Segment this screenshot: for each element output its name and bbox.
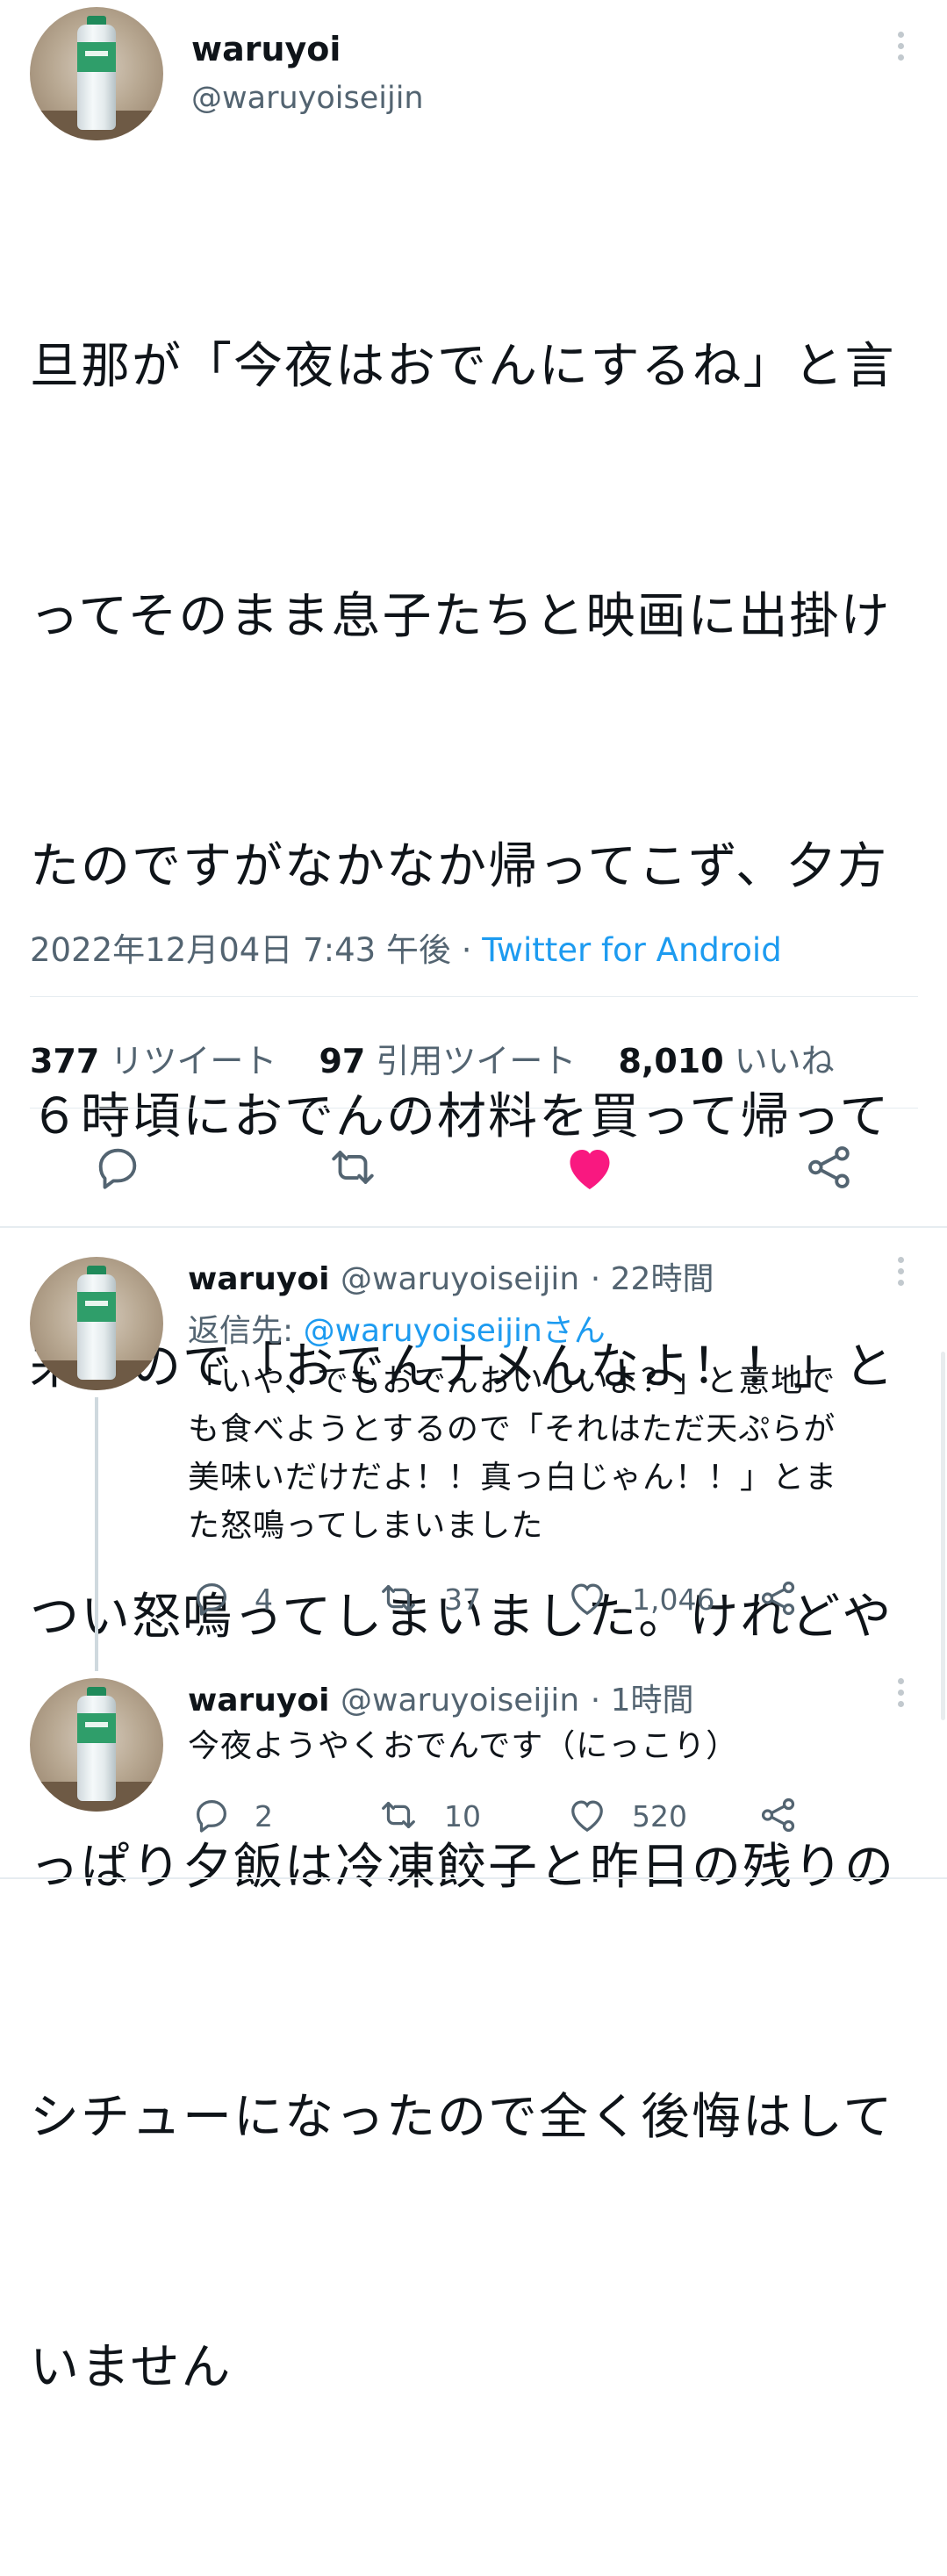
tweet-line: ６時頃におでんの材料を買って帰って bbox=[30, 1088, 891, 1145]
quotes-count[interactable]: 97 bbox=[319, 1042, 365, 1080]
author-name[interactable]: waruyoi bbox=[191, 30, 341, 68]
divider bbox=[30, 996, 918, 997]
like-count: 1,046 bbox=[632, 1582, 715, 1617]
author-handle[interactable]: @waruyoiseijin bbox=[341, 1261, 579, 1297]
reply-line: も食べようとするので「それはただ天ぷらが bbox=[188, 1411, 836, 1447]
author-handle[interactable]: @waruyoiseijin bbox=[341, 1683, 579, 1719]
retweet-count: 10 bbox=[444, 1799, 481, 1833]
divider bbox=[0, 1877, 947, 1879]
retweets-count[interactable]: 377 bbox=[30, 1042, 99, 1080]
heart-icon[interactable] bbox=[567, 1797, 607, 1833]
replying-to: 返信先: @waruyoiseijinさん bbox=[188, 1305, 606, 1351]
reply-line: た怒鳴ってしまいました bbox=[188, 1508, 544, 1544]
likes-label[interactable]: いいね bbox=[735, 1042, 835, 1080]
reply-count: 4 bbox=[255, 1582, 273, 1617]
source-link[interactable]: Twitter for Android bbox=[482, 931, 781, 969]
heart-icon[interactable] bbox=[567, 1580, 607, 1617]
likes-count[interactable]: 8,010 bbox=[618, 1042, 723, 1080]
tweet-line: たのですがなかなか帰ってこず、夕方 bbox=[30, 838, 889, 895]
reply-count: 2 bbox=[255, 1799, 273, 1833]
reply-line: 「いや、でもおでんおいしいよ？」と意地で bbox=[188, 1363, 836, 1399]
divider bbox=[30, 1108, 918, 1109]
reply-icon[interactable] bbox=[92, 1142, 143, 1193]
divider bbox=[0, 1226, 947, 1228]
avatar[interactable] bbox=[30, 1678, 163, 1812]
reply-icon[interactable] bbox=[191, 1578, 232, 1618]
quotes-label[interactable]: 引用ツイート bbox=[376, 1042, 576, 1080]
tweet-line: いません bbox=[30, 2339, 233, 2396]
retweet-count: 37 bbox=[444, 1582, 481, 1617]
thread-line bbox=[95, 1397, 98, 1671]
tweet-line: シチューになったので全く後悔はして bbox=[30, 2089, 894, 2146]
reply-time[interactable]: · 1時間 bbox=[591, 1683, 694, 1719]
tweet-line: 旦那が「今夜はおでんにするね」と言 bbox=[30, 338, 896, 395]
more-vertical-icon[interactable] bbox=[898, 1257, 905, 1291]
replying-to-link[interactable]: @waruyoiseijinさん bbox=[304, 1313, 606, 1349]
scrollbar[interactable] bbox=[941, 1352, 945, 1720]
tweet-meta: 2022年12月04日 7:43 午後 · Twitter for Androi… bbox=[30, 923, 782, 971]
author-name[interactable]: waruyoi bbox=[188, 1683, 329, 1719]
retweet-icon[interactable] bbox=[377, 1795, 420, 1835]
heart-icon[interactable] bbox=[563, 1143, 616, 1192]
tweet-line: ってそのまま息子たちと映画に出掛け bbox=[30, 588, 892, 645]
retweet-icon[interactable] bbox=[377, 1578, 420, 1618]
reply-time[interactable]: · 22時間 bbox=[591, 1261, 714, 1297]
engagement-stats: 377 リツイート 97 引用ツイート 8,010 いいね bbox=[30, 1034, 866, 1082]
reply-icon[interactable] bbox=[191, 1795, 232, 1835]
replying-to-prefix: 返信先: bbox=[188, 1313, 304, 1349]
author-name[interactable]: waruyoi bbox=[188, 1261, 329, 1297]
reply-line: 今夜ようやくおでんです（にっこり） bbox=[188, 1728, 739, 1764]
more-vertical-icon[interactable] bbox=[898, 1678, 905, 1712]
reply-header: waruyoi @waruyoiseijin · 1時間 bbox=[188, 1675, 694, 1720]
timestamp[interactable]: 2022年12月04日 7:43 午後 bbox=[30, 931, 451, 969]
share-icon[interactable] bbox=[758, 1795, 799, 1835]
reply-text: 今夜ようやくおでんです（にっこり） bbox=[188, 1722, 925, 1770]
more-vertical-icon[interactable] bbox=[898, 32, 905, 66]
avatar[interactable] bbox=[30, 7, 163, 140]
like-count: 520 bbox=[632, 1799, 687, 1833]
retweet-icon[interactable] bbox=[326, 1142, 379, 1193]
meta-separator: · bbox=[450, 931, 483, 969]
share-icon[interactable] bbox=[758, 1578, 799, 1618]
tweet-line: っぱり夕飯は冷凍餃子と昨日の残りの bbox=[30, 1839, 895, 1896]
share-icon[interactable] bbox=[804, 1142, 855, 1193]
reply-text: 「いや、でもおでんおいしいよ？」と意地で も食べようとするので「それはただ天ぷら… bbox=[188, 1357, 925, 1550]
reply-header: waruyoi @waruyoiseijin · 22時間 bbox=[188, 1253, 714, 1299]
reply-line: 美味いだけだよ！！真っ白じゃん！！」とま bbox=[188, 1460, 838, 1496]
avatar[interactable] bbox=[30, 1257, 163, 1390]
retweets-label[interactable]: リツイート bbox=[110, 1042, 276, 1080]
author-handle[interactable]: @waruyoiseijin bbox=[191, 81, 424, 116]
